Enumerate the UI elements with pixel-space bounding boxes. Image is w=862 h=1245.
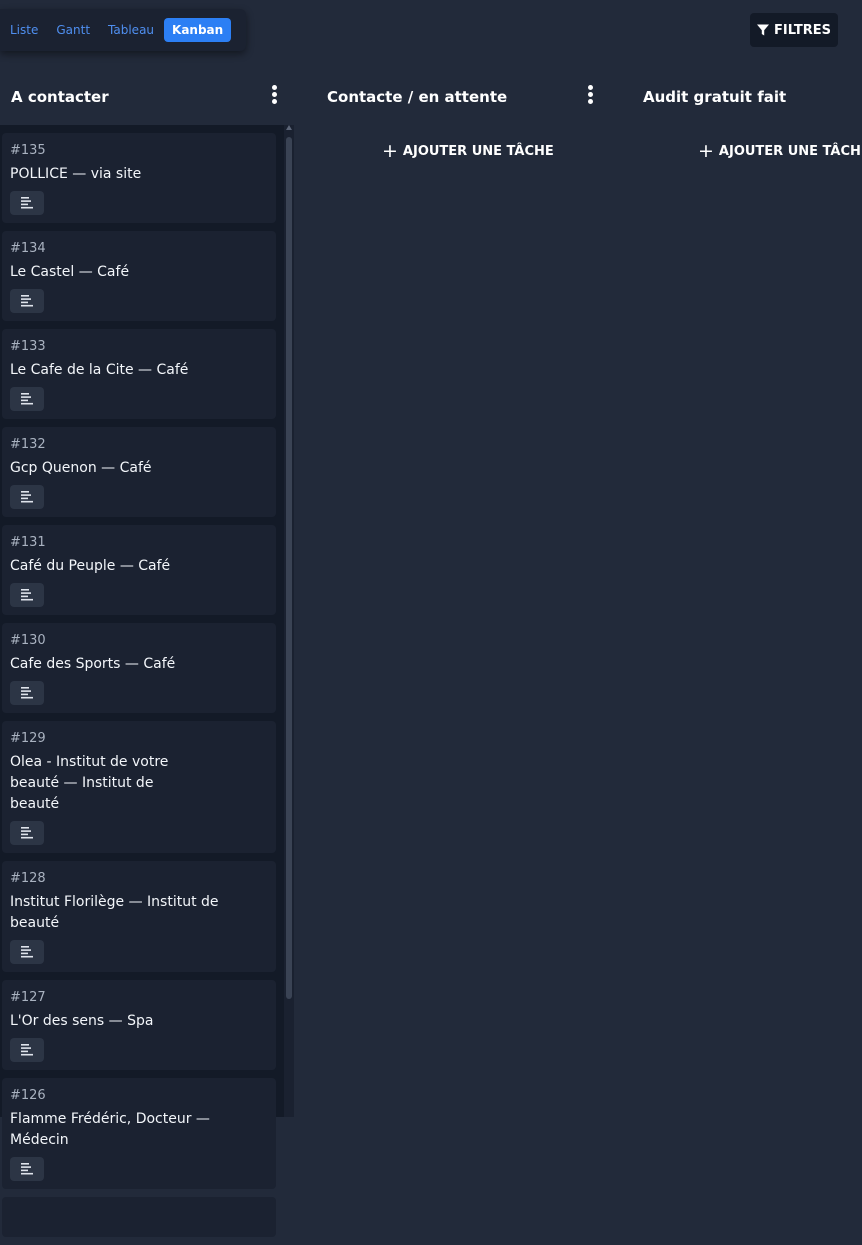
scroll-up-arrow-icon[interactable] — [286, 125, 292, 130]
task-id: #131 — [10, 535, 46, 550]
task-title: Cafe des Sports — Café — [10, 656, 176, 672]
task-card[interactable]: #129 Olea - Institut de votre beauté — I… — [2, 721, 276, 853]
task-card[interactable]: #135 POLLICE — via site — [2, 133, 276, 223]
task-card[interactable]: #130 Cafe des Sports — Café — [2, 623, 276, 713]
task-card[interactable]: #128 Institut Florilège — Institut de be… — [2, 861, 276, 972]
description-icon[interactable] — [10, 191, 44, 215]
tab-liste[interactable]: Liste — [2, 18, 46, 42]
column-title-audit: Audit gratuit fait — [643, 88, 787, 106]
add-task-label: AJOUTER UNE TÂCHE — [402, 143, 554, 159]
description-icon[interactable] — [10, 583, 44, 607]
task-id: #133 — [10, 339, 46, 354]
filters-button[interactable]: FILTRES — [750, 13, 838, 47]
description-icon[interactable] — [10, 821, 44, 845]
task-card[interactable]: #134 Le Castel — Café — [2, 231, 276, 321]
task-id: #130 — [10, 633, 46, 648]
task-title: Le Castel — Café — [10, 264, 130, 280]
scrollbar-thumb[interactable] — [286, 137, 292, 999]
task-title: Gcp Quenon — Café — [10, 460, 152, 476]
task-card[interactable]: #132 Gcp Quenon — Café — [2, 427, 276, 517]
view-switcher: Liste Gantt Tableau Kanban — [0, 9, 246, 51]
task-id: #128 — [10, 871, 46, 886]
task-id: #135 — [10, 143, 46, 158]
task-title: Institut Florilège — Institut de beauté — [10, 894, 219, 931]
task-card[interactable]: #131 Café du Peuple — Café — [2, 525, 276, 615]
task-id: #132 — [10, 437, 46, 452]
task-title: Flamme Frédéric, Docteur — Médecin — [10, 1111, 210, 1148]
column-title-contacte: Contacte / en attente — [327, 88, 508, 106]
column-menu-icon[interactable] — [583, 85, 597, 109]
task-card[interactable]: #126 Flamme Frédéric, Docteur — Médecin — [2, 1078, 276, 1189]
task-id: #127 — [10, 990, 46, 1005]
description-icon[interactable] — [10, 940, 44, 964]
description-icon[interactable] — [10, 1038, 44, 1062]
task-id: #126 — [10, 1088, 46, 1103]
column-menu-icon[interactable] — [267, 85, 281, 109]
task-card[interactable]: #127 L'Or des sens — Spa — [2, 980, 276, 1070]
card-list: #135 POLLICE — via site #134 Le Castel —… — [2, 133, 276, 1245]
filters-label: FILTRES — [774, 22, 831, 38]
add-task-button[interactable]: + AJOUTER UNE TÂCHE — [698, 140, 862, 162]
task-card[interactable]: #133 Le Cafe de la Cite — Café — [2, 329, 276, 419]
task-id: #134 — [10, 241, 46, 256]
task-title: Le Cafe de la Cite — Café — [10, 362, 189, 378]
plus-icon: + — [382, 140, 398, 162]
description-icon[interactable] — [10, 289, 44, 313]
description-icon[interactable] — [10, 1157, 44, 1181]
column-title-a-contacter: A contacter — [11, 88, 109, 106]
tab-gantt[interactable]: Gantt — [48, 18, 98, 42]
add-task-label: AJOUTER UNE TÂCHE — [718, 143, 862, 159]
task-title: Café du Peuple — Café — [10, 558, 171, 574]
task-id: #129 — [10, 731, 46, 746]
plus-icon: + — [698, 140, 714, 162]
task-title: Olea - Institut de votre beauté — Instit… — [10, 754, 169, 812]
filter-icon — [757, 24, 769, 36]
add-task-button[interactable]: + AJOUTER UNE TÂCHE — [382, 140, 554, 162]
task-card[interactable] — [2, 1197, 276, 1237]
task-title: POLLICE — via site — [10, 166, 142, 182]
description-icon[interactable] — [10, 387, 44, 411]
description-icon[interactable] — [10, 681, 44, 705]
description-icon[interactable] — [10, 485, 44, 509]
tab-kanban[interactable]: Kanban — [164, 18, 232, 42]
column-a-contacter: #135 POLLICE — via site #134 Le Castel —… — [0, 125, 294, 1237]
task-title: L'Or des sens — Spa — [10, 1013, 154, 1029]
tab-tableau[interactable]: Tableau — [100, 18, 162, 42]
